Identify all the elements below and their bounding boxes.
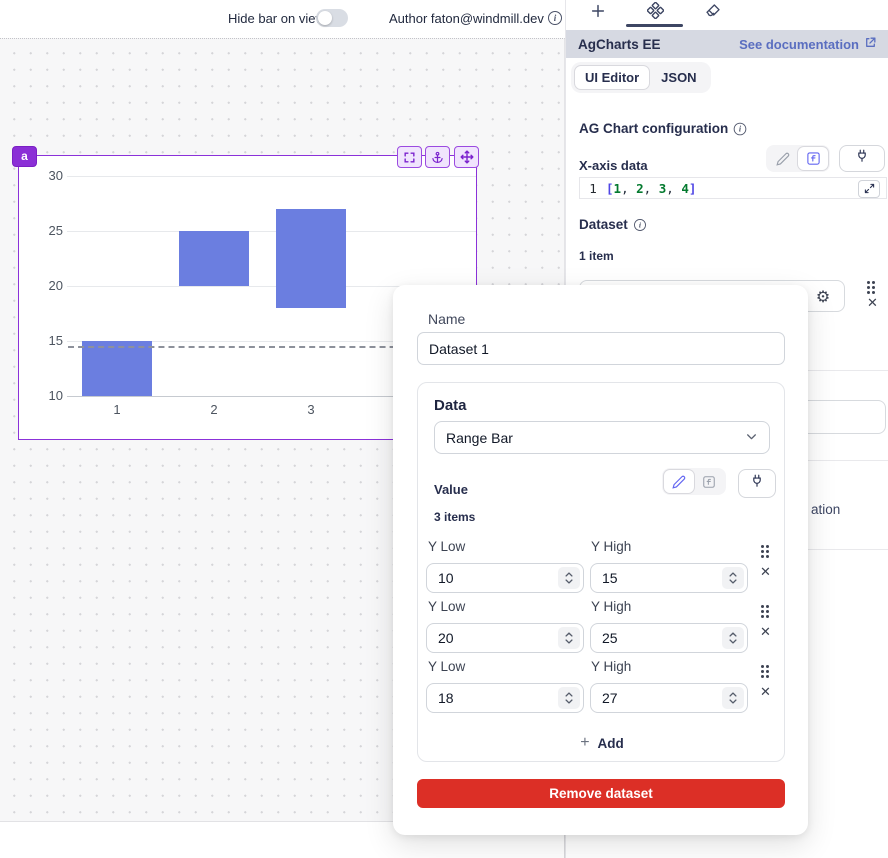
tab-json[interactable]: JSON	[650, 65, 707, 90]
y-high-field	[590, 683, 748, 713]
see-documentation-link[interactable]: See documentation	[739, 36, 877, 52]
y-high-label: Y High	[591, 599, 631, 614]
y-high-field	[590, 563, 748, 593]
xaxis-data-label: X-axis data	[579, 158, 648, 173]
y-high-label: Y High	[591, 539, 631, 554]
remove-row-icon[interactable]: ✕	[760, 625, 771, 638]
author-info-icon[interactable]: i	[548, 11, 562, 25]
y-high-label: Y High	[591, 659, 631, 674]
drag-handle[interactable]	[761, 545, 769, 558]
y-low-label: Y Low	[428, 599, 465, 614]
diagonal-expand-icon	[864, 182, 875, 197]
x-axis-tick: 3	[291, 402, 331, 417]
drag-handle[interactable]	[867, 281, 875, 294]
y-high-field	[590, 623, 748, 653]
function-icon[interactable]	[798, 147, 828, 170]
remove-row-icon[interactable]: ✕	[760, 565, 771, 578]
xaxis-input-mode-group	[766, 145, 830, 172]
drag-handle[interactable]	[761, 605, 769, 618]
brush-icon	[705, 3, 721, 24]
line-number: 1	[580, 181, 606, 196]
toggle-knob	[318, 11, 332, 25]
component-header: AgCharts EE See documentation	[566, 30, 888, 58]
add-item-button[interactable]: + Add	[418, 734, 786, 752]
xaxis-code-editor[interactable]: 1 [1, 2, 3, 4]	[579, 177, 887, 199]
static-pencil-icon[interactable]	[768, 147, 798, 170]
number-stepper[interactable]	[722, 627, 744, 649]
range-bar	[82, 341, 152, 396]
function-icon[interactable]	[694, 470, 724, 493]
gear-icon[interactable]: ⚙	[806, 283, 840, 309]
number-stepper[interactable]	[558, 567, 580, 589]
info-icon[interactable]: i	[634, 219, 646, 231]
value-label: Value	[434, 482, 468, 497]
y-axis-tick: 25	[23, 223, 63, 238]
dataset-count: 1 item	[579, 249, 614, 263]
number-stepper[interactable]	[558, 687, 580, 709]
y-axis-tick: 10	[23, 388, 63, 403]
author-label: Author faton@windmill.dev	[389, 11, 544, 26]
number-stepper[interactable]	[722, 567, 744, 589]
plus-icon: +	[580, 735, 589, 751]
y-axis-tick: 20	[23, 278, 63, 293]
component-title: AgCharts EE	[578, 37, 739, 52]
active-tab-indicator	[626, 24, 683, 27]
canvas-topbar: Hide bar on view Author faton@windmill.d…	[0, 0, 565, 38]
dataset-settings-modal: Name Data Range Bar Value 3 items Y Low …	[393, 285, 808, 835]
dataset-section-label: Dataset i	[579, 217, 647, 232]
y-low-field	[426, 563, 584, 593]
y-low-label: Y Low	[428, 659, 465, 674]
drag-handle[interactable]	[761, 665, 769, 678]
remove-row-icon[interactable]: ✕	[760, 685, 771, 698]
hide-bar-toggle[interactable]	[316, 9, 348, 27]
x-axis-tick: 2	[194, 402, 234, 417]
static-pencil-icon[interactable]	[664, 470, 694, 493]
data-label: Data	[434, 397, 467, 414]
tab-ui-editor[interactable]: UI Editor	[574, 65, 650, 90]
x-axis-tick: 1	[97, 402, 137, 417]
partially-hidden-text: ation	[811, 502, 840, 517]
tab-components[interactable]	[643, 2, 667, 24]
range-bar	[179, 231, 249, 286]
y-gridline	[67, 231, 476, 232]
remove-item-icon[interactable]: ✕	[867, 296, 878, 309]
y-low-field	[426, 623, 584, 653]
number-stepper[interactable]	[722, 687, 744, 709]
range-bar	[276, 209, 346, 308]
components-icon	[647, 2, 664, 24]
hide-bar-label: Hide bar on view	[228, 11, 325, 26]
external-link-icon	[864, 36, 877, 52]
number-stepper[interactable]	[558, 627, 580, 649]
editor-mode-tabs: UI Editor JSON	[571, 62, 711, 93]
tab-styling[interactable]	[701, 2, 725, 24]
tab-insert[interactable]	[586, 2, 610, 24]
code-content: [1, 2, 3, 4]	[606, 181, 696, 196]
y-gridline	[67, 176, 476, 177]
remove-dataset-button[interactable]: Remove dataset	[417, 779, 785, 808]
name-label: Name	[428, 311, 465, 327]
plug-icon	[750, 474, 764, 493]
data-config-box: Data Range Bar Value 3 items Y Low Y Hig…	[417, 382, 785, 762]
connect-button[interactable]	[839, 145, 885, 172]
items-count: 3 items	[434, 510, 475, 524]
plus-icon	[590, 3, 606, 24]
y-low-field	[426, 683, 584, 713]
chevron-down-icon	[745, 430, 758, 446]
dataset-name-input[interactable]	[417, 332, 785, 365]
info-icon[interactable]: i	[734, 122, 747, 135]
expand-editor-button[interactable]	[858, 180, 880, 198]
y-low-label: Y Low	[428, 539, 465, 554]
section-title: AG Chart configuration i	[579, 121, 747, 136]
plug-icon	[855, 149, 869, 168]
y-axis-tick: 15	[23, 333, 63, 348]
connect-button[interactable]	[738, 469, 776, 498]
value-input-mode-group	[662, 468, 726, 495]
data-type-select[interactable]: Range Bar	[434, 421, 770, 454]
y-axis-tick: 30	[23, 168, 63, 183]
